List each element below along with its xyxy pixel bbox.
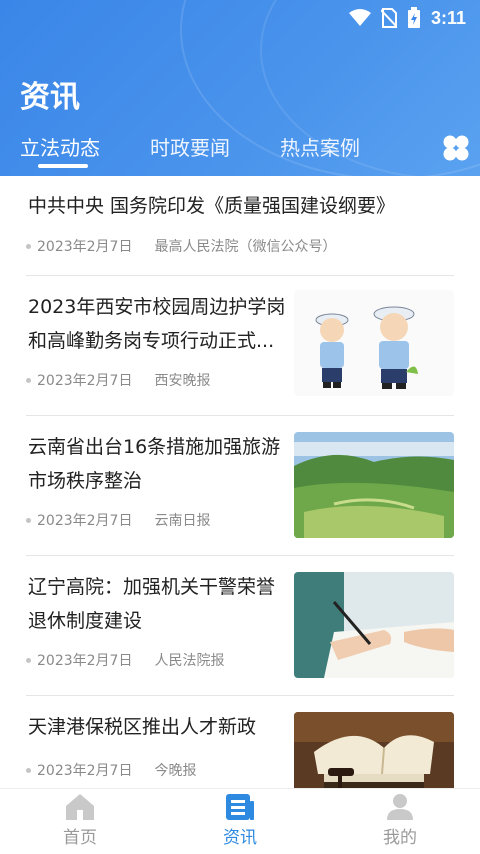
home-icon	[66, 794, 94, 820]
active-tab-indicator	[38, 164, 88, 168]
meta-dot	[26, 377, 31, 383]
news-meta: 2023年2月7日 云南日报	[26, 510, 210, 530]
news-source: 最高人民法院（微信公众号）	[154, 239, 337, 255]
news-date: 2023年2月7日	[37, 239, 133, 255]
profile-icon	[387, 794, 413, 820]
news-item[interactable]: 天津港保税区推出人才新政 2023年2月7日 今晚报	[26, 696, 454, 788]
news-date: 2023年2月7日	[37, 653, 133, 669]
meta-dot	[26, 657, 31, 663]
news-meta: 2023年2月7日 西安晚报	[26, 370, 210, 390]
news-meta: 2023年2月7日 人民法院报	[26, 650, 224, 670]
news-title-line: 市场秩序整治	[28, 470, 143, 492]
nav-home[interactable]: 首页	[30, 793, 130, 848]
news-title-line: 和高峰勤务岗专项行动正式...	[28, 330, 275, 352]
news-item[interactable]: 中共中央 国务院印发《质量强国建设纲要》 2023年2月7日 最高人民法院（微信…	[26, 176, 454, 276]
nav-news[interactable]: 资讯	[190, 793, 290, 848]
tab-legislation[interactable]: 立法动态	[20, 132, 100, 161]
status-time: 3:11	[430, 7, 466, 28]
news-source: 西安晚报	[154, 373, 211, 389]
news-date: 2023年2月7日	[37, 373, 133, 389]
tab-politics-news[interactable]: 时政要闻	[150, 132, 230, 161]
news-item[interactable]: 2023年西安市校园周边护学岗 和高峰勤务岗专项行动正式... 2023年2月7…	[26, 276, 454, 416]
news-meta: 2023年2月7日 最高人民法院（微信公众号）	[26, 236, 336, 256]
bottom-nav: 首页 资讯 我的	[0, 788, 480, 854]
no-sim-icon	[380, 8, 397, 28]
battery-charging-icon	[407, 7, 420, 28]
wifi-icon	[348, 9, 371, 26]
news-title-line: 退休制度建设	[28, 610, 143, 632]
status-bar: 3:11	[348, 6, 466, 30]
news-title: 天津港保税区推出人才新政	[28, 710, 256, 744]
news-date: 2023年2月7日	[37, 763, 133, 779]
news-list: 中共中央 国务院印发《质量强国建设纲要》 2023年2月7日 最高人民法院（微信…	[0, 176, 480, 788]
books-gavel-image	[294, 712, 454, 788]
news-title-line: 中共中央 国务院印发《质量强国建设纲要》	[28, 195, 396, 217]
nav-label: 我的	[383, 828, 417, 848]
news-source: 人民法院报	[154, 653, 225, 669]
meta-dot	[26, 243, 31, 249]
meta-dot	[26, 767, 31, 773]
news-date: 2023年2月7日	[37, 513, 133, 529]
landscape-image	[294, 432, 454, 538]
nav-label: 资讯	[223, 828, 257, 848]
news-title: 2023年西安市校园周边护学岗 和高峰勤务岗专项行动正式...	[28, 290, 285, 358]
news-title-line: 2023年西安市校园周边护学岗	[28, 296, 286, 318]
page-title: 资讯	[20, 80, 80, 115]
police-cartoon-image	[294, 290, 454, 396]
news-icon	[226, 794, 254, 820]
category-tabs: 立法动态 时政要闻 热点案例	[0, 128, 480, 176]
news-title: 云南省出台16条措施加强旅游 市场秩序整治	[28, 430, 280, 498]
news-meta: 2023年2月7日 今晚报	[26, 760, 196, 780]
news-title-line: 云南省出台16条措施加强旅游	[28, 436, 281, 458]
news-item[interactable]: 辽宁高院：加强机关干警荣誉 退休制度建设 2023年2月7日 人民法院报	[26, 556, 454, 696]
news-title-line: 辽宁高院：加强机关干警荣誉	[28, 576, 276, 598]
news-source: 今晚报	[154, 763, 197, 779]
news-item[interactable]: 云南省出台16条措施加强旅游 市场秩序整治 2023年2月7日 云南日报	[26, 416, 454, 556]
nav-label: 首页	[63, 828, 97, 848]
nav-profile[interactable]: 我的	[350, 793, 450, 848]
app-header: 3:11 资讯 立法动态 时政要闻 热点案例	[0, 0, 480, 176]
news-title: 中共中央 国务院印发《质量强国建设纲要》	[28, 189, 395, 223]
category-grid-icon[interactable]	[442, 134, 470, 162]
meta-dot	[26, 517, 31, 523]
writing-hand-image	[294, 572, 454, 678]
news-title-line: 天津港保税区推出人才新政	[28, 716, 257, 738]
news-source: 云南日报	[154, 513, 211, 529]
news-title: 辽宁高院：加强机关干警荣誉 退休制度建设	[28, 570, 275, 638]
tab-hot-cases[interactable]: 热点案例	[280, 132, 360, 161]
